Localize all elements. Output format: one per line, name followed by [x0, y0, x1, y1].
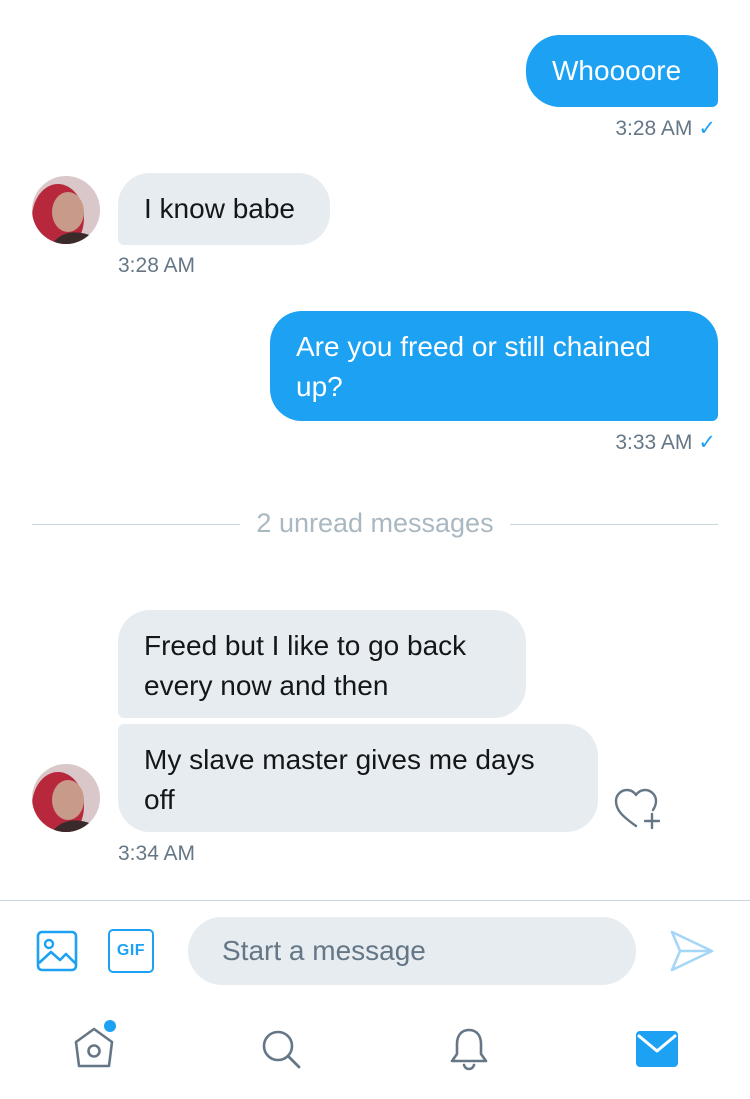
notifications-icon[interactable] — [448, 1026, 490, 1072]
message-bubble-sent[interactable]: Whoooore — [526, 35, 718, 107]
message-timestamp: 3:34 AM — [118, 842, 196, 865]
avatar[interactable] — [32, 764, 100, 832]
message-bubble-received[interactable]: I know babe — [118, 173, 330, 245]
image-icon[interactable] — [36, 930, 78, 972]
message-bubble-received[interactable]: My slave master gives me days off — [118, 724, 598, 832]
message-text: I know babe — [144, 193, 295, 224]
message-bubble-received[interactable]: Freed but I like to go back every now an… — [118, 610, 526, 718]
message-timestamp: 3:28 AM ✓ — [615, 117, 716, 140]
message-text: Freed but I like to go back every now an… — [144, 630, 467, 701]
message-input[interactable] — [188, 917, 636, 985]
message-bubble-sent[interactable]: Are you freed or still chained up? — [270, 311, 718, 421]
composer-divider — [0, 900, 750, 901]
gif-icon[interactable]: GIF — [108, 929, 154, 973]
message-timestamp: 3:28 AM — [118, 254, 196, 277]
avatar[interactable] — [32, 176, 100, 244]
heart-plus-icon[interactable] — [612, 786, 666, 834]
send-icon[interactable] — [668, 928, 716, 974]
message-timestamp: 3:33 AM ✓ — [615, 431, 716, 454]
check-icon: ✓ — [698, 117, 716, 140]
message-text: Whoooore — [552, 55, 682, 86]
messages-icon[interactable] — [636, 1031, 678, 1067]
unread-divider-label: 2 unread messages — [0, 508, 750, 539]
message-text: Are you freed or still chained up? — [296, 331, 651, 402]
message-text: My slave master gives me days off — [144, 744, 535, 815]
check-icon: ✓ — [698, 431, 716, 454]
gif-label: GIF — [116, 942, 146, 959]
search-icon[interactable] — [260, 1028, 302, 1070]
new-indicator-dot — [104, 1020, 116, 1032]
